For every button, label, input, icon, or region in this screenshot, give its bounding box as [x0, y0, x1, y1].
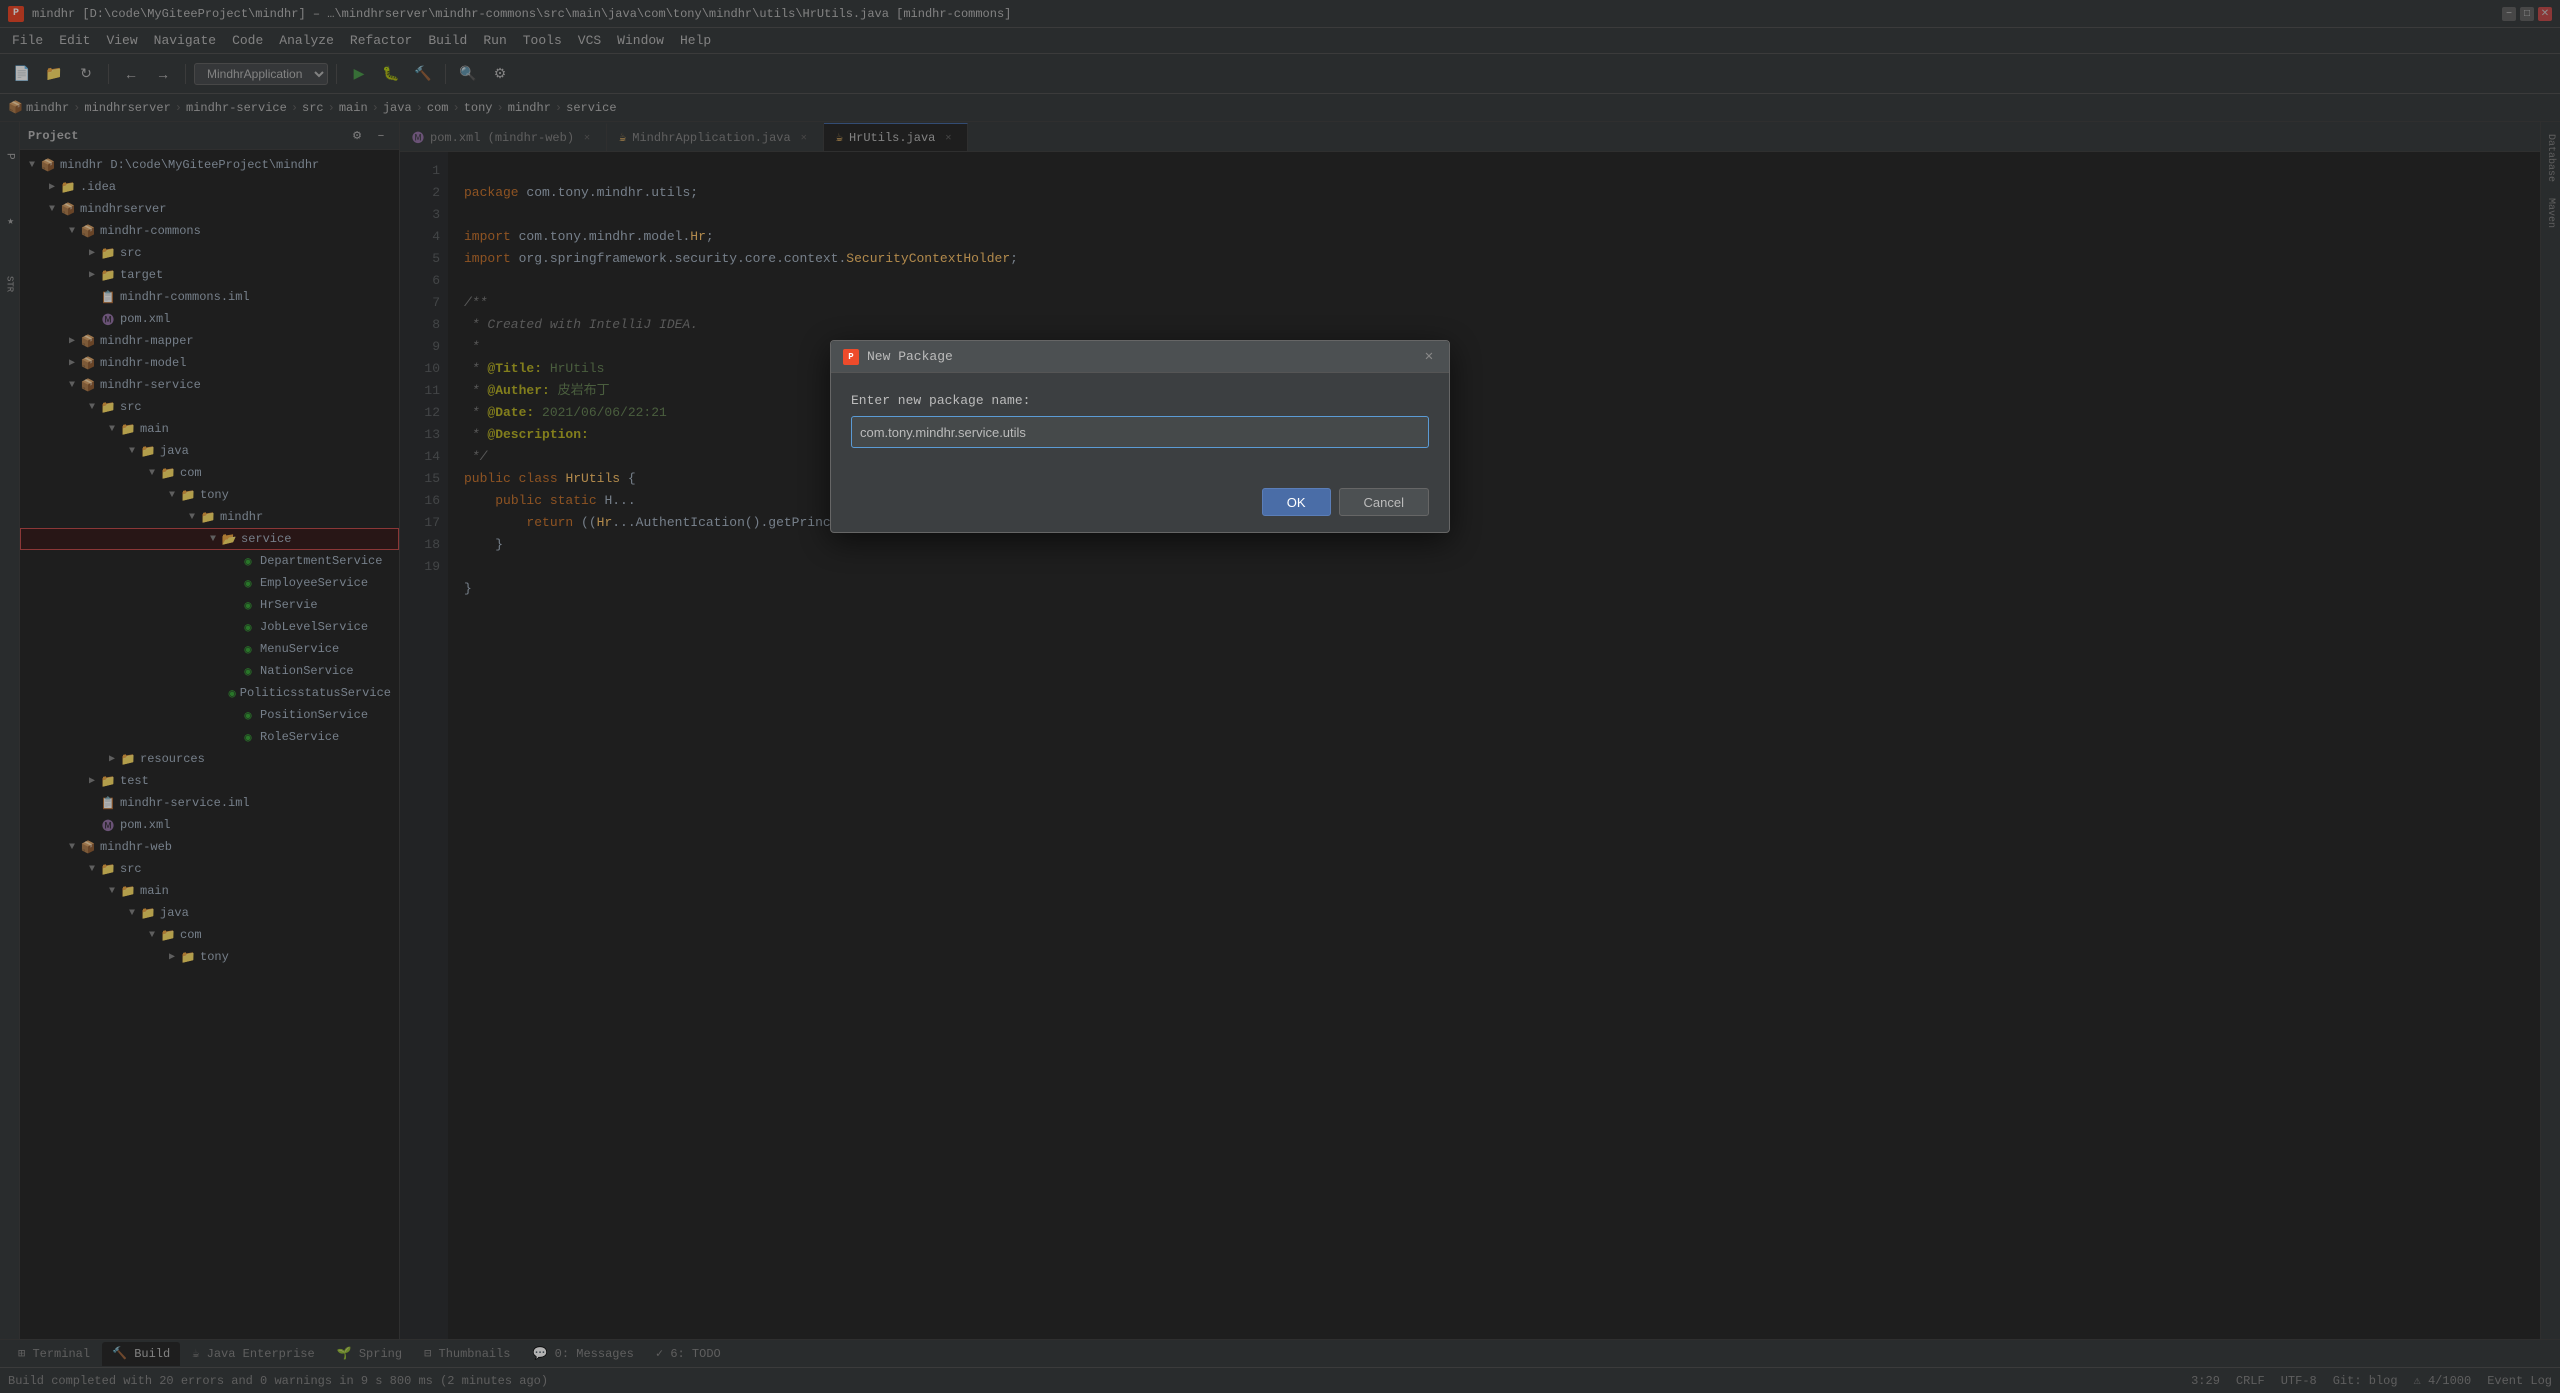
dialog-cancel-button[interactable]: Cancel [1339, 488, 1429, 516]
dialog-title: New Package [867, 349, 1421, 364]
dialog-buttons: OK Cancel [831, 488, 1449, 532]
dialog-ok-button[interactable]: OK [1262, 488, 1331, 516]
dialog-label: Enter new package name: [851, 393, 1429, 408]
dialog-close-btn[interactable]: ✕ [1421, 349, 1437, 365]
dialog-body: Enter new package name: [831, 373, 1449, 488]
package-name-input[interactable] [851, 416, 1429, 448]
dialog-app-icon: P [843, 349, 859, 365]
dialog-overlay: P New Package ✕ Enter new package name: … [0, 0, 2560, 1393]
dialog-title-bar: P New Package ✕ [831, 341, 1449, 373]
new-package-dialog: P New Package ✕ Enter new package name: … [830, 340, 1450, 533]
